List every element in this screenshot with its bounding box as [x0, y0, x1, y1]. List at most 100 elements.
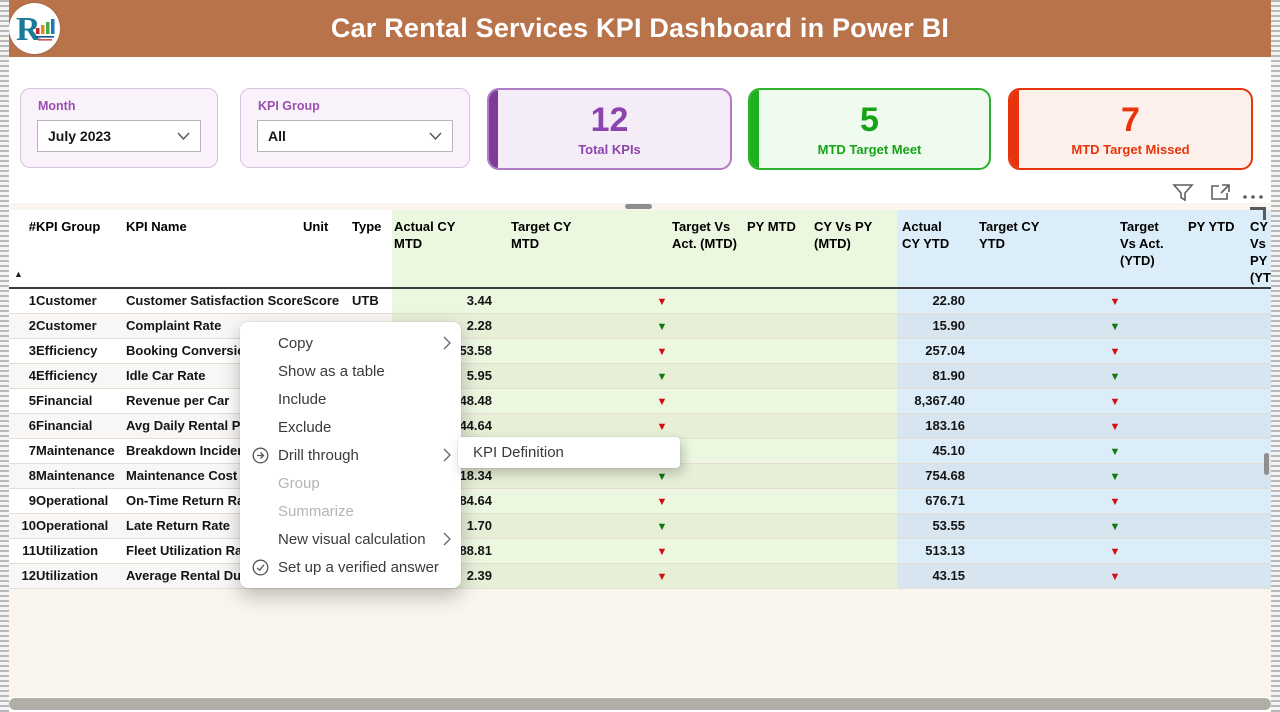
table-row[interactable]: 9 Operational On-Time Return Ra 84.64 ▼ … — [9, 489, 1271, 514]
trend-down-icon: ▼ — [656, 521, 668, 533]
company-logo: R — [9, 3, 60, 54]
cell-target-vs-act-ytd: ▼ — [1100, 364, 1130, 388]
cell-target-vs-act-ytd: ▼ — [1100, 439, 1130, 463]
column-header-unit[interactable]: Unit — [303, 218, 347, 235]
context-menu: Copy Show as a table Include Exclude Dri… — [240, 322, 461, 588]
column-header-type[interactable]: Type — [352, 218, 396, 235]
page-horizontal-scrollbar[interactable] — [9, 698, 1271, 710]
cell-row-number: 4 — [28, 368, 36, 383]
menu-item-show-as-table[interactable]: Show as a table — [240, 357, 461, 385]
column-header-num[interactable]: # — [12, 218, 36, 235]
menu-item-label: Include — [278, 390, 327, 408]
table-row[interactable]: 3 Efficiency Booking Conversio 53.58 ▼ 2… — [9, 339, 1271, 364]
cell-actual-cy-ytd: 81.90 — [932, 368, 965, 383]
logo-icon: R — [16, 11, 55, 48]
header-separator — [9, 287, 1271, 289]
menu-item-exclude[interactable]: Exclude — [240, 413, 461, 441]
table-row[interactable]: 5 Financial Revenue per Car 448.48 ▼ 8,3… — [9, 389, 1271, 414]
menu-item-set-up-verified-answer[interactable]: Set up a verified answer — [240, 553, 461, 581]
trend-down-icon: ▼ — [1109, 546, 1121, 558]
cell-target-vs-act-mtd: ▼ — [647, 364, 677, 388]
menu-item-label: Exclude — [278, 418, 332, 436]
trend-down-icon: ▼ — [656, 571, 668, 583]
cell-kpi-group: Efficiency — [36, 368, 98, 383]
month-dropdown[interactable]: July 2023 — [37, 120, 201, 152]
table-row[interactable]: 11 Utilization Fleet Utilization Ra 88.8… — [9, 539, 1271, 564]
menu-item-label: Set up a verified answer — [278, 558, 439, 576]
menu-item-new-visual-calculation[interactable]: New visual calculation — [240, 525, 461, 553]
vertical-scrollbar[interactable] — [1264, 453, 1269, 475]
column-header-kpi-group[interactable]: KPI Group — [36, 218, 128, 235]
cell-type: UTB — [352, 293, 379, 308]
sort-ascending-icon[interactable]: ▲ — [14, 269, 23, 279]
trend-down-icon: ▼ — [656, 546, 668, 558]
column-header-target-cy-mtd[interactable]: Target CY MTD — [511, 218, 591, 252]
column-header-py-mtd[interactable]: PY MTD — [747, 218, 809, 235]
mtd-target-missed-value: 7 — [1121, 100, 1140, 139]
horizontal-scrollbar[interactable] — [625, 204, 652, 209]
cell-actual-cy-ytd: 513.13 — [925, 543, 965, 558]
column-header-cy-vs-py-ytd[interactable]: CY Vs PY (YTD) — [1250, 218, 1271, 286]
cell-actual-cy-ytd: 15.90 — [932, 318, 965, 333]
cell-target-vs-act-mtd: ▼ — [647, 289, 677, 313]
table-row[interactable]: 6 Financial Avg Daily Rental Pr 44.64 ▼ … — [9, 414, 1271, 439]
cell-row-number: 11 — [22, 543, 36, 558]
cell-target-vs-act-mtd: ▼ — [647, 539, 677, 563]
column-header-cy-vs-py-mtd[interactable]: CY Vs PY (MTD) — [814, 218, 884, 252]
trend-down-icon: ▼ — [1109, 421, 1121, 433]
cell-target-vs-act-ytd: ▼ — [1100, 464, 1130, 488]
cell-target-vs-act-mtd: ▼ — [647, 514, 677, 538]
cell-row-number: 8 — [28, 468, 36, 483]
column-header-actual-cy-mtd[interactable]: Actual CY MTD — [394, 218, 474, 252]
binding-edge-left — [0, 0, 9, 712]
trend-down-icon: ▼ — [656, 321, 668, 333]
column-header-py-ytd[interactable]: PY YTD — [1188, 218, 1250, 235]
month-dropdown-value: July 2023 — [48, 128, 112, 144]
cell-target-vs-act-mtd: ▼ — [647, 339, 677, 363]
column-header-target-cy-ytd[interactable]: Target CY YTD — [979, 218, 1057, 252]
cell-row-number: 2 — [28, 318, 36, 333]
cell-kpi-group: Financial — [36, 418, 93, 433]
menu-item-include[interactable]: Include — [240, 385, 461, 413]
mtd-target-missed-card: 7 MTD Target Missed — [1008, 88, 1253, 170]
menu-item-drill-through[interactable]: Drill through — [240, 441, 461, 469]
total-kpis-card: 12 Total KPIs — [487, 88, 732, 170]
cell-kpi-group: Utilization — [36, 568, 99, 583]
column-header-kpi-name[interactable]: KPI Name — [126, 218, 302, 235]
cell-kpi-group: Operational — [36, 518, 109, 533]
table-row[interactable]: 1 Customer Customer Satisfaction Score S… — [9, 289, 1271, 314]
menu-item-label: Copy — [278, 334, 314, 352]
menu-item-group: Group — [240, 469, 461, 497]
table-row[interactable]: 2 Customer Complaint Rate 2.28 ▼ 15.90 ▼ — [9, 314, 1271, 339]
table-row[interactable]: 10 Operational Late Return Rate 1.70 ▼ 5… — [9, 514, 1271, 539]
cell-target-vs-act-ytd: ▼ — [1100, 414, 1130, 438]
kpi-group-dropdown[interactable]: All — [257, 120, 453, 152]
cell-kpi-group: Financial — [36, 393, 93, 408]
total-kpis-value: 12 — [590, 100, 629, 139]
focus-mode-icon[interactable] — [1210, 183, 1234, 203]
cell-target-vs-act-mtd: ▼ — [647, 564, 677, 588]
menu-item-copy[interactable]: Copy — [240, 329, 461, 357]
cell-row-number: 10 — [21, 518, 36, 533]
trend-down-icon: ▼ — [656, 396, 668, 408]
chevron-right-icon — [443, 448, 451, 462]
table-row[interactable]: 12 Utilization Average Rental Du 2.39 ▼ … — [9, 564, 1271, 589]
trend-down-icon: ▼ — [1109, 371, 1121, 383]
column-header-actual-cy-ytd[interactable]: Actual CY YTD — [902, 218, 960, 252]
mtd-target-missed-label: MTD Target Missed — [1071, 141, 1190, 157]
column-header-target-vs-act-mtd[interactable]: Target Vs Act. (MTD) — [672, 218, 748, 252]
resize-grip[interactable] — [1250, 207, 1266, 220]
dashboard-page: Car Rental Services KPI Dashboard in Pow… — [0, 0, 1280, 712]
menu-item-label: New visual calculation — [278, 530, 426, 548]
menu-item-label: Summarize — [278, 502, 354, 520]
column-header-target-vs-act-ytd[interactable]: Target Vs Act. (YTD) — [1120, 218, 1178, 269]
chevron-right-icon — [443, 532, 451, 546]
cell-target-vs-act-ytd: ▼ — [1100, 289, 1130, 313]
trend-down-icon: ▼ — [656, 371, 668, 383]
cell-target-vs-act-ytd: ▼ — [1100, 339, 1130, 363]
table-row[interactable]: 4 Efficiency Idle Car Rate 5.95 ▼ 81.90 … — [9, 364, 1271, 389]
submenu-item-kpi-definition[interactable]: KPI Definition — [458, 437, 680, 468]
cell-target-vs-act-ytd: ▼ — [1100, 514, 1130, 538]
filter-icon[interactable] — [1172, 183, 1196, 203]
trend-down-icon: ▼ — [1109, 346, 1121, 358]
